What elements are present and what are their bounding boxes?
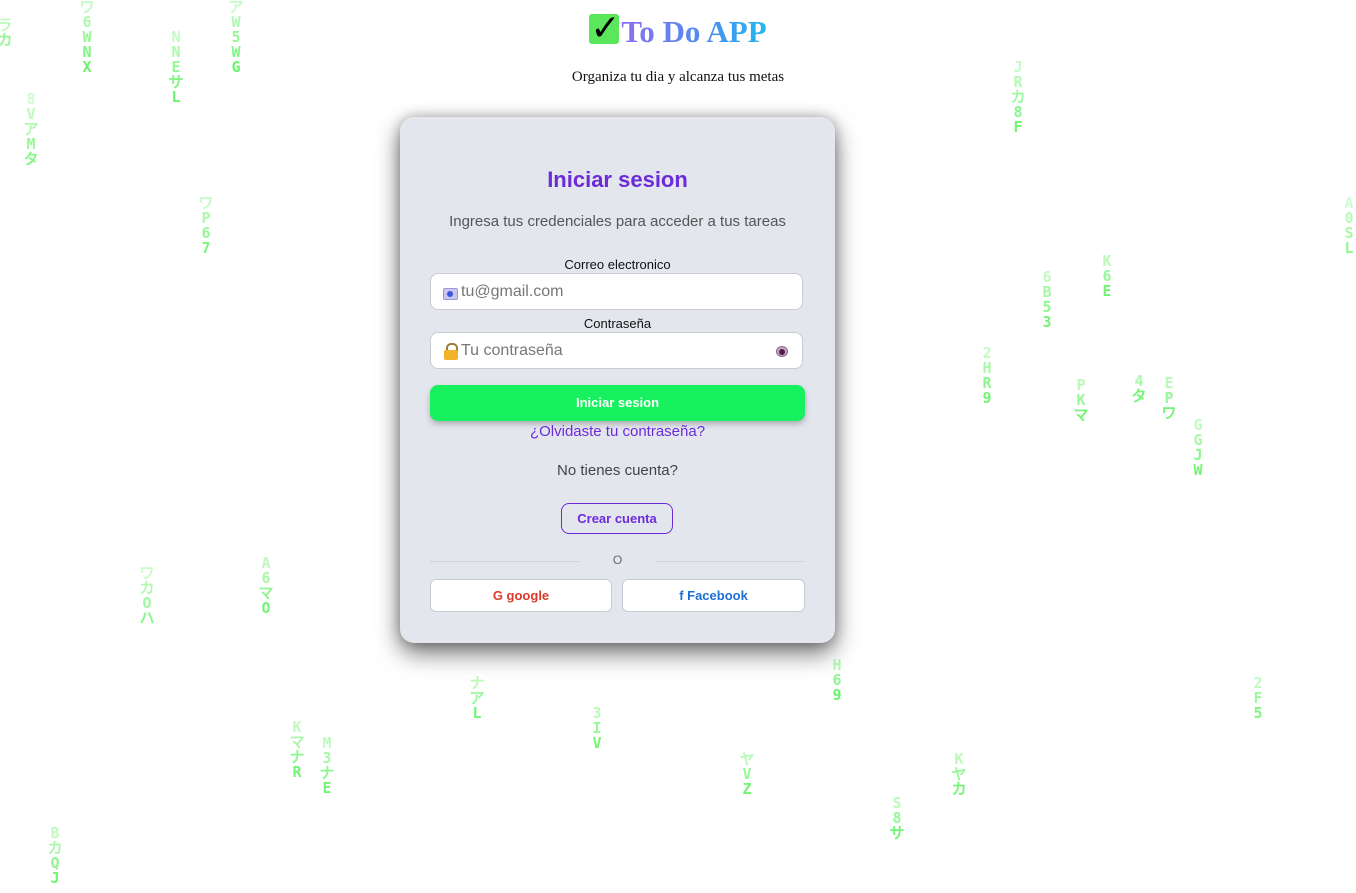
rain-column: 6B53	[1042, 268, 1052, 331]
login-description: Ingresa tus credenciales para acceder a …	[449, 213, 786, 230]
rain-column: PKマ	[1073, 376, 1089, 424]
app-subtitle: Organiza tu dia y alcanza tus metas	[571, 69, 785, 85]
rain-column: A0SL	[1344, 194, 1354, 257]
password-label: Contraseña	[583, 316, 652, 331]
rain-column: BカQJ	[47, 824, 63, 887]
create-account-button[interactable]: Crear cuenta	[561, 503, 673, 534]
forgot-password-link[interactable]: ¿Olvidaste tu contraseña?	[400, 423, 835, 440]
email-field[interactable]	[461, 274, 771, 309]
facebook-login-button[interactable]: f Facebook	[622, 579, 805, 612]
login-heading: Iniciar sesion	[547, 167, 688, 192]
app-title: To Do APP	[0, 8, 1356, 50]
rain-column: 4タ	[1131, 372, 1147, 405]
rain-column: S8サ	[889, 794, 905, 842]
divider-text: O	[612, 553, 623, 567]
password-field-wrapper	[430, 332, 803, 369]
rain-column: ナアL	[469, 674, 485, 722]
or-divider: O	[430, 553, 805, 567]
rain-column: 2HR9	[982, 344, 992, 407]
rain-column: ヤVZ	[739, 750, 755, 798]
rain-column: 2F5	[1253, 674, 1263, 722]
password-field[interactable]	[461, 333, 771, 368]
rain-column: Kヤカ	[951, 750, 967, 798]
rain-column: 8VアMタ	[23, 90, 39, 168]
rain-column: H69	[832, 656, 842, 704]
no-account-text: No tienes cuenta?	[557, 462, 678, 479]
app-title-text: To Do APP	[621, 14, 767, 49]
login-card: Iniciar sesion Ingresa tus credenciales …	[400, 117, 835, 643]
email-field-wrapper	[430, 273, 803, 310]
email-label: Correo electronico	[564, 257, 671, 272]
rain-column: 3IV	[592, 704, 602, 752]
check-mark-icon	[589, 8, 621, 49]
rain-column: A6マO	[258, 554, 274, 617]
google-login-button[interactable]: G google	[430, 579, 612, 612]
rain-column: M3ナE	[319, 734, 335, 797]
rain-column: ワカOハ	[139, 564, 155, 627]
login-button[interactable]: Iniciar sesion	[430, 385, 805, 421]
lock-icon	[443, 343, 459, 360]
rain-column: K6E	[1102, 252, 1112, 300]
rain-column: KマナR	[289, 718, 305, 781]
rain-column: GGJW	[1193, 416, 1203, 479]
email-icon	[443, 288, 458, 300]
rain-column: EPワ	[1161, 374, 1177, 422]
rain-column: ワP67	[198, 194, 214, 257]
eye-icon[interactable]	[776, 346, 788, 357]
divider-line-right	[655, 561, 805, 562]
